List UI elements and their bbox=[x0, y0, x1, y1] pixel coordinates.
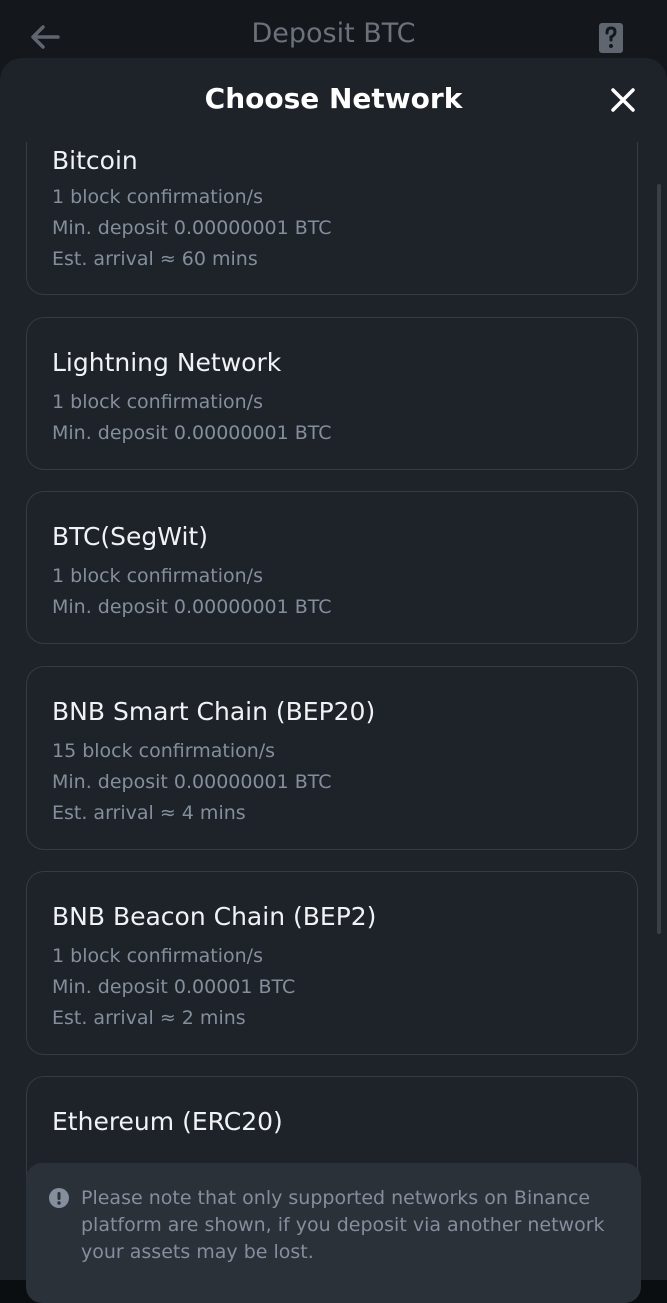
network-option-lightning[interactable]: Lightning Network 1 block confirmation/s… bbox=[26, 317, 638, 470]
network-name: BNB Smart Chain (BEP20) bbox=[52, 697, 376, 726]
network-est-arrival: Est. arrival ≈ 4 mins bbox=[52, 802, 246, 824]
info-icon bbox=[49, 1188, 69, 1208]
network-confirmations: 1 block confirmation/s bbox=[52, 945, 263, 967]
network-list: Bitcoin 1 block confirmation/s Min. depo… bbox=[0, 142, 667, 1202]
network-name: BTC(SegWit) bbox=[52, 522, 208, 551]
page-title: Deposit BTC bbox=[251, 18, 416, 49]
network-confirmations: 1 block confirmation/s bbox=[52, 565, 263, 587]
network-option-segwit[interactable]: BTC(SegWit) 1 block confirmation/s Min. … bbox=[26, 491, 638, 644]
network-min-deposit: Min. deposit 0.00000001 BTC bbox=[52, 596, 332, 618]
network-option-bitcoin[interactable]: Bitcoin 1 block confirmation/s Min. depo… bbox=[26, 142, 638, 295]
network-option-bep20[interactable]: BNB Smart Chain (BEP20) 15 block confirm… bbox=[26, 666, 638, 850]
network-min-deposit: Min. deposit 0.00000001 BTC bbox=[52, 217, 332, 239]
network-min-deposit: Min. deposit 0.00001 BTC bbox=[52, 976, 296, 998]
network-min-deposit: Min. deposit 0.00000001 BTC bbox=[52, 771, 332, 793]
help-document-icon[interactable] bbox=[597, 22, 625, 54]
network-confirmations: 15 block confirmation/s bbox=[52, 740, 276, 762]
network-name: Ethereum (ERC20) bbox=[52, 1107, 283, 1136]
network-confirmations: 1 block confirmation/s bbox=[52, 186, 263, 208]
close-icon[interactable] bbox=[609, 86, 637, 114]
network-name: BNB Beacon Chain (BEP2) bbox=[52, 902, 377, 931]
network-option-bep2[interactable]: BNB Beacon Chain (BEP2) 1 block confirma… bbox=[26, 871, 638, 1055]
sheet-title: Choose Network bbox=[204, 82, 463, 115]
network-min-deposit: Min. deposit 0.00000001 BTC bbox=[52, 422, 332, 444]
scrollbar[interactable] bbox=[657, 184, 661, 934]
network-confirmations: 1 block confirmation/s bbox=[52, 391, 263, 413]
network-est-arrival: Est. arrival ≈ 60 mins bbox=[52, 248, 258, 270]
network-notice: Please note that only supported networks… bbox=[26, 1163, 641, 1303]
network-est-arrival: Est. arrival ≈ 2 mins bbox=[52, 1007, 246, 1029]
network-name: Lightning Network bbox=[52, 348, 282, 377]
network-name: Bitcoin bbox=[52, 146, 138, 175]
notice-text: Please note that only supported networks… bbox=[81, 1187, 605, 1263]
choose-network-sheet: Choose Network Bitcoin 1 block confirmat… bbox=[0, 58, 667, 1303]
